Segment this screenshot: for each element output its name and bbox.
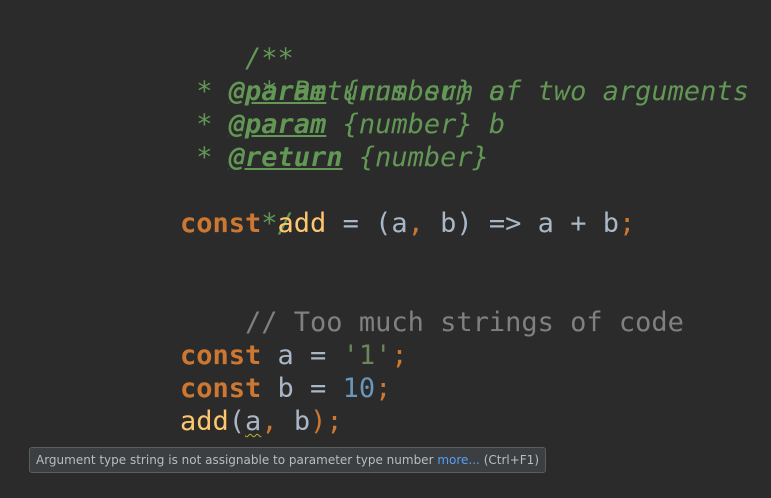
code-line-4: * @param {number} b [180,108,505,141]
paren-open: ( [228,406,246,437]
arrow-body: b) => a + b [423,208,619,239]
jsdoc-star: * [180,142,229,173]
function-call-add: add [180,406,229,437]
code-line-11: const a = '1'; [180,339,408,372]
code-line-1: /** [180,9,294,74]
inspection-tooltip: Argument type string is not assignable t… [29,447,546,473]
code-line-9: // Too much strings of code [180,273,684,338]
comma: , [407,208,424,239]
declaration-b: b = [261,373,343,404]
string-literal: '1' [342,340,392,371]
keyword-const: const [180,340,262,371]
declaration-a: a = [261,340,343,371]
jsdoc-param-tag: @param [228,76,327,107]
operator-assign: = ( [326,208,392,239]
tooltip-more-link[interactable]: more... [437,453,480,467]
jsdoc-param-a: {number} a [326,76,506,107]
jsdoc-star: * [180,109,229,140]
tooltip-shortcut: (Ctrl+F1) [483,453,539,467]
jsdoc-param-tag: @param [228,109,327,140]
comma: , [261,406,278,437]
number-literal: 10 [342,373,376,404]
function-name-add: add [277,208,327,239]
keyword-const: const [180,373,262,404]
code-line-3: * @param {number} a [180,75,505,108]
code-line-6: */ [180,174,294,239]
tooltip-message: Argument type string is not assignable t… [36,453,434,467]
argument-b: b [277,406,311,437]
code-line-13: add(a, b); [180,405,343,438]
semicolon: ; [618,208,636,239]
code-line-12: const b = 10; [180,372,391,405]
semicolon: ; [391,340,408,371]
semicolon: ; [326,406,343,437]
paren-close: ) [310,406,327,437]
warning-argument-a[interactable]: a [245,406,261,437]
semicolon: ; [375,373,392,404]
param-a: a [391,208,408,239]
code-editor[interactable]: /** * Returns sum of two arguments * @pa… [0,0,771,498]
code-line-7: const add = (a, b) => a + b; [180,207,635,240]
code-line-5: * @return {number} [180,141,489,174]
line-comment: // Too much strings of code [245,307,684,338]
jsdoc-param-b: {number} b [326,109,506,140]
jsdoc-return-tag: @return [228,142,343,173]
jsdoc-star: * [180,76,229,107]
keyword-const: const [180,208,262,239]
code-line-2: * Returns sum of two arguments [180,42,749,107]
jsdoc-return-type: {number} [342,142,489,173]
